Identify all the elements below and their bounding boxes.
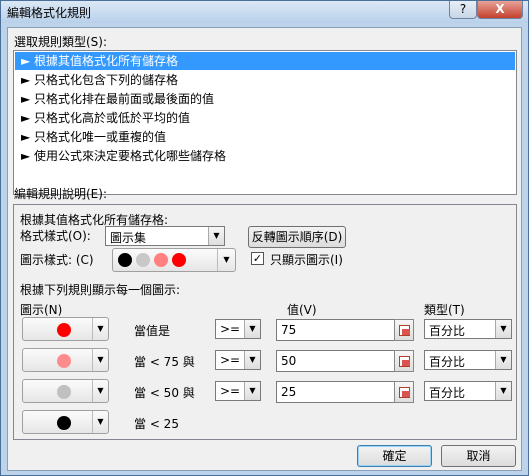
chevron-down-icon: ▼ (208, 227, 224, 245)
red-circle-icon (57, 323, 71, 337)
rule-type-item[interactable]: ► 只格式化唯一或重複的值 (15, 128, 515, 146)
chevron-down-icon: ▼ (92, 349, 108, 371)
operator-select[interactable]: >= ▼ (215, 350, 261, 370)
chevron-down-icon: ▼ (92, 411, 108, 433)
operator-select[interactable]: >= ▼ (215, 381, 261, 401)
chevron-down-icon: ▼ (244, 351, 260, 369)
icon-select-1[interactable]: ▼ (22, 317, 109, 341)
value-column-header: 值(V) (287, 303, 317, 317)
rule-type-item[interactable]: ► 只格式化高於或低於平均的值 (15, 109, 515, 127)
value-input[interactable]: 25 (276, 381, 402, 403)
icon-select-4[interactable]: ▼ (22, 410, 109, 434)
rule-type-item[interactable]: ► 根據其值格式化所有儲存格 (15, 52, 515, 70)
chevron-down-icon: ▼ (92, 380, 108, 402)
chevron-down-icon: ▼ (495, 382, 511, 400)
format-style-label: 格式樣式(O): (20, 229, 91, 243)
condition-label: 當 < 50 與 (134, 386, 195, 400)
rule-type-list[interactable]: ► 根據其值格式化所有儲存格 ► 只格式化包含下列的儲存格 ► 只格式化排在最前… (13, 50, 517, 195)
value-input[interactable]: 75 (276, 319, 402, 341)
chevron-down-icon: ▼ (244, 382, 260, 400)
red-circle-icon (172, 253, 186, 267)
cancel-button[interactable]: 取消 (441, 445, 516, 467)
icon-column-header: 圖示(N) (20, 303, 63, 317)
chevron-down-icon: ▼ (495, 351, 511, 369)
type-select[interactable]: 百分比 ▼ (424, 350, 512, 370)
chevron-down-icon: ▼ (244, 320, 260, 338)
format-style-value: 圖示集 (110, 231, 147, 245)
rule-type-item[interactable]: ► 只格式化包含下列的儲存格 (15, 71, 515, 89)
type-column-header: 類型(T) (424, 303, 465, 317)
icon-select-2[interactable]: ▼ (22, 348, 109, 372)
show-icon-only-checkbox[interactable]: ✓ (251, 252, 264, 265)
rule-type-item[interactable]: ► 使用公式來決定要格式化哪些儲存格 (15, 147, 515, 165)
chevron-down-icon: ▼ (495, 320, 511, 338)
pink-circle-icon (154, 253, 168, 267)
format-style-select[interactable]: 圖示集 ▼ (105, 226, 225, 246)
rule-type-label: 選取規則類型(S): (14, 35, 108, 49)
gray-circle-icon (57, 385, 71, 399)
rule-description-panel: 根據其值格式化所有儲存格: 格式樣式(O): 圖示集 ▼ 反轉圖示順序(D) 圖… (13, 204, 517, 440)
chevron-down-icon: ▼ (217, 249, 235, 271)
icon-style-select[interactable]: ▼ (112, 248, 236, 272)
chevron-down-icon: ▼ (92, 318, 108, 340)
reverse-icon-order-button[interactable]: 反轉圖示順序(D) (248, 226, 346, 248)
dialog-window: 編輯格式化規則 ? X 選取規則類型(S): ► 根據其值格式化所有儲存格 ► … (0, 0, 529, 476)
condition-label: 當 < 75 與 (134, 355, 195, 369)
ok-button[interactable]: 確定 (357, 445, 432, 467)
black-circle-icon (57, 416, 71, 430)
type-select[interactable]: 百分比 ▼ (424, 319, 512, 339)
rule-description-label: 編輯規則說明(E): (14, 187, 107, 201)
range-select-icon[interactable] (394, 319, 414, 341)
help-button[interactable]: ? (449, 1, 477, 19)
close-button[interactable]: X (477, 1, 523, 19)
condition-label: 當 < 25 (134, 417, 179, 431)
dialog-body: 選取規則類型(S): ► 根據其值格式化所有儲存格 ► 只格式化包含下列的儲存格… (7, 27, 522, 471)
operator-select[interactable]: >= ▼ (215, 319, 261, 339)
condition-label: 當值是 (134, 324, 171, 338)
type-select[interactable]: 百分比 ▼ (424, 381, 512, 401)
icon-style-label: 圖示樣式: (C) (20, 253, 94, 267)
black-circle-icon (118, 253, 132, 267)
gray-circle-icon (136, 253, 150, 267)
show-icon-only-label: 只顯示圖示(I) (270, 253, 343, 267)
range-select-icon[interactable] (394, 381, 414, 403)
value-input[interactable]: 50 (276, 350, 402, 372)
pink-circle-icon (57, 354, 71, 368)
icon-select-3[interactable]: ▼ (22, 379, 109, 403)
range-select-icon[interactable] (394, 350, 414, 372)
rule-type-item[interactable]: ► 只格式化排在最前面或最後面的值 (15, 90, 515, 108)
title-bar: 編輯格式化規則 ? X (1, 1, 528, 23)
rule-heading: 根據下列規則顯示每一個圖示: (20, 283, 181, 297)
window-title: 編輯格式化規則 (7, 6, 92, 20)
